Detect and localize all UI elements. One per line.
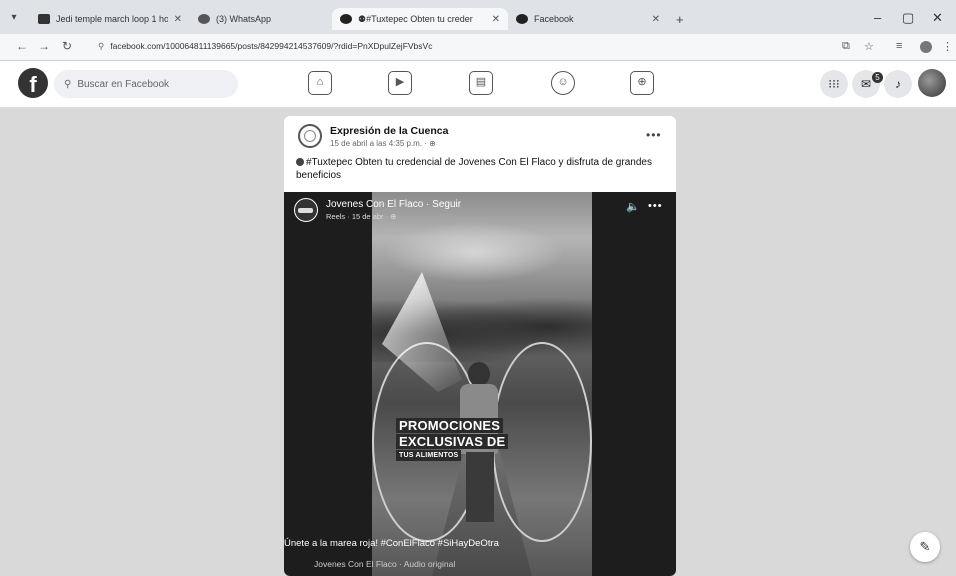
back-icon[interactable]: ← — [16, 39, 28, 53]
menu-grid-icon[interactable]: ⁝⁝⁝ — [820, 70, 848, 98]
bookmark-star-icon[interactable]: ☆ — [864, 40, 874, 53]
reload-icon[interactable]: ↻ — [62, 39, 72, 53]
facebook-icon — [516, 14, 528, 24]
profile-avatar[interactable] — [920, 41, 932, 53]
forward-icon[interactable]: → — [38, 39, 50, 53]
facebook-header: f ⚲ Buscar en Facebook ⌂ ▶ ▤ ☺ ⊕ ⁝⁝⁝ ✉ ♪ — [0, 61, 956, 108]
reel-options-icon[interactable]: ••• — [648, 200, 663, 212]
browser-tab-strip: ▾ Jedi temple march loop 1 hou ✕ (3) Wha… — [0, 0, 956, 34]
search-input[interactable]: ⚲ Buscar en Facebook — [54, 70, 238, 98]
facebook-logo[interactable]: f — [18, 68, 48, 98]
home-icon[interactable]: ⌂ — [308, 71, 332, 95]
whatsapp-icon — [198, 14, 210, 24]
groups-icon[interactable]: ☺ — [551, 71, 575, 95]
reel-caption: Únete a la marea roja! #ConElFlaco #SiHa… — [284, 538, 499, 549]
media-controls-icon[interactable]: ≡ — [896, 40, 902, 52]
tab-tuxtepec-post[interactable]: ⚉#Tuxtepec Obten tu creder ✕ — [332, 8, 508, 30]
reel-author-avatar[interactable] — [294, 198, 318, 222]
account-avatar[interactable] — [918, 69, 946, 97]
tab-jedi-temple[interactable]: Jedi temple march loop 1 hou ✕ — [30, 8, 190, 30]
bullet-icon — [296, 158, 304, 166]
post-timestamp[interactable]: 15 de abril a las 4:35 p.m. · ⊕ — [330, 139, 436, 148]
notification-badge: 5 — [872, 72, 883, 83]
sky — [384, 222, 564, 282]
reel-meta: Reels · 15 de abr · ⊕ — [326, 212, 397, 221]
notifications-bell-icon[interactable]: ♪ — [884, 70, 912, 98]
tab-close-icon[interactable]: ✕ — [652, 14, 660, 25]
promo-overlay: PROMOCIONES EXCLUSIVAS DE TUS ALIMENTOS — [396, 418, 509, 462]
video-icon[interactable]: ▶ — [388, 71, 412, 95]
maximize-button[interactable]: ▢ — [902, 10, 914, 26]
reel-audio-label[interactable]: Jovenes Con El Flaco · Audio original — [314, 559, 455, 569]
minimize-button[interactable]: – — [874, 10, 881, 25]
post-options-icon[interactable]: ••• — [646, 128, 662, 142]
close-window-button[interactable]: ✕ — [932, 10, 943, 26]
post-card: Expresión de la Cuenca 15 de abril a las… — [284, 116, 676, 576]
volume-icon[interactable]: 🔈 — [626, 200, 640, 213]
tab-facebook[interactable]: Facebook ✕ — [508, 8, 668, 30]
new-message-icon[interactable]: ✎ — [910, 532, 940, 562]
browser-menu-icon[interactable]: ⋮ — [942, 40, 953, 53]
reel-author[interactable]: Jovenes Con El Flaco · Seguir — [326, 199, 461, 210]
tab-whatsapp[interactable]: (3) WhatsApp ✕ — [190, 8, 350, 30]
extensions-icon[interactable]: ⧉ — [842, 40, 850, 53]
page-avatar[interactable] — [298, 124, 322, 148]
address-bar: ← → ↻ ⚲ facebook.com/100064811139665/post… — [0, 34, 956, 61]
gaming-icon[interactable]: ⊕ — [630, 71, 654, 95]
person-head — [468, 362, 490, 386]
person-legs — [466, 452, 494, 522]
tab-search-icon[interactable]: ▾ — [6, 10, 22, 26]
reel-photo: PROMOCIONES EXCLUSIVAS DE TUS ALIMENTOS — [372, 192, 592, 576]
marketplace-icon[interactable]: ▤ — [469, 71, 493, 95]
youtube-icon — [38, 14, 50, 24]
facebook-icon — [340, 14, 352, 24]
site-info-icon[interactable]: ⚲ — [98, 41, 104, 51]
url-field[interactable]: ⚲ facebook.com/100064811139665/posts/8429… — [98, 41, 432, 52]
new-tab-button[interactable]: + — [676, 12, 684, 27]
search-icon: ⚲ — [64, 78, 72, 90]
tab-close-icon[interactable]: ✕ — [174, 14, 182, 25]
post-text: #Tuxtepec Obten tu credencial de Jovenes… — [296, 157, 652, 181]
tab-close-icon[interactable]: ✕ — [492, 14, 500, 25]
reel-video[interactable]: PROMOCIONES EXCLUSIVAS DE TUS ALIMENTOS … — [284, 192, 676, 576]
page-name[interactable]: Expresión de la Cuenca — [330, 125, 448, 137]
